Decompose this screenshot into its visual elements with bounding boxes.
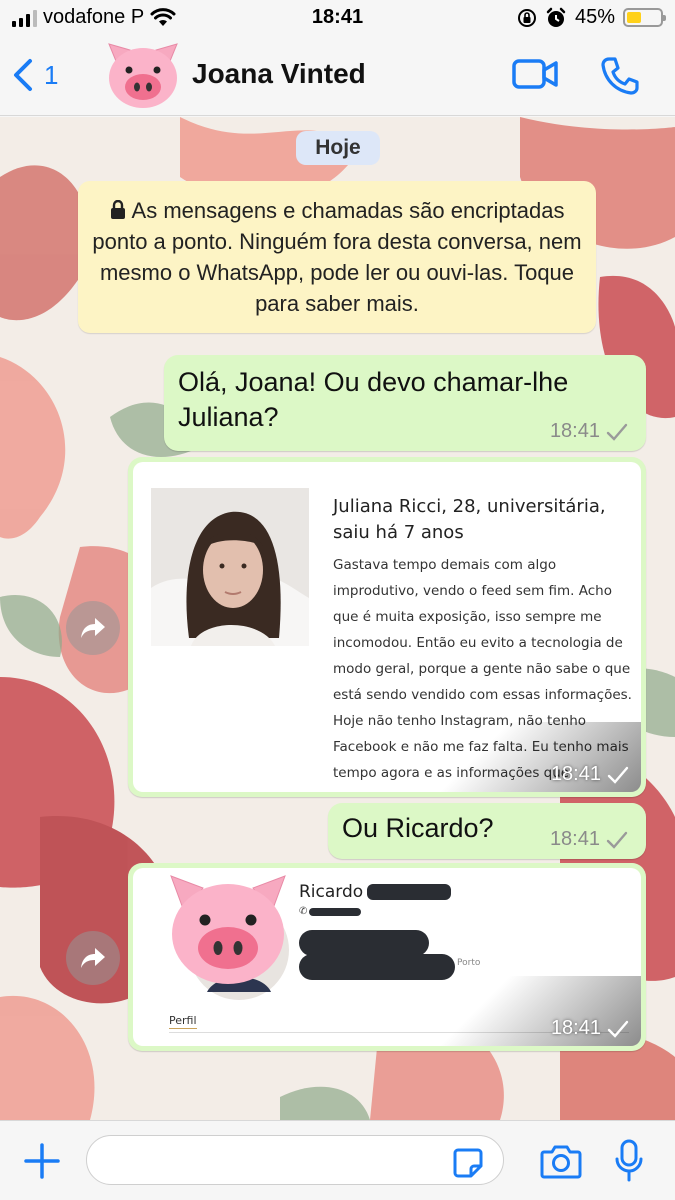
message-meta: 18:41	[550, 828, 628, 851]
message-meta: 18:41	[550, 420, 628, 443]
outgoing-message[interactable]: Olá, Joana! Ou devo chamar-lhe Juliana? …	[164, 355, 646, 451]
sent-check-icon	[606, 831, 628, 849]
image-meta: 18:41	[551, 763, 629, 786]
rotation-lock-icon	[517, 8, 536, 27]
camera-icon[interactable]	[540, 1143, 582, 1179]
battery-percent: 45%	[574, 6, 615, 28]
profile-location: Porto	[457, 958, 481, 968]
portrait-photo	[151, 488, 309, 646]
image-meta: 18:41	[551, 1017, 629, 1040]
sent-check-icon	[607, 766, 629, 784]
outgoing-message[interactable]: Ou Ricardo? 18:41	[328, 803, 646, 859]
message-time: 18:41	[549, 828, 600, 850]
sent-check-icon	[607, 1020, 629, 1038]
status-bar: vodafone P 18:41 45%	[0, 0, 675, 36]
battery-icon	[623, 8, 666, 27]
forward-button[interactable]	[66, 601, 120, 655]
message-time: 18:41	[550, 763, 601, 785]
chat-area[interactable]: Hoje As mensagens e chamadas são encript…	[0, 117, 675, 1120]
message-time: 18:41	[550, 1017, 601, 1039]
date-separator: Hoje	[296, 131, 380, 165]
pig-profile-photo	[170, 875, 289, 1000]
message-time: 18:41	[549, 420, 600, 442]
contact-avatar[interactable]	[104, 40, 182, 110]
message-text: Ou Ricardo?	[342, 813, 494, 843]
redacted-phone	[309, 908, 361, 916]
forward-button[interactable]	[66, 931, 120, 985]
outgoing-image-message[interactable]: Ricardo ✆ Porto Perfil 18:41	[128, 863, 646, 1051]
forward-arrow-icon	[81, 618, 105, 638]
sent-check-icon	[606, 423, 628, 441]
chat-header: 1 Joana Vinted	[0, 36, 675, 116]
profile-screenshot[interactable]: Ricardo ✆ Porto Perfil 18:41	[133, 868, 641, 1046]
alarm-icon	[546, 7, 566, 27]
redacted-info-line-1	[299, 930, 429, 956]
video-call-icon[interactable]	[512, 56, 560, 92]
unread-count: 1	[44, 59, 59, 90]
status-right: 45%	[517, 6, 666, 29]
article-screenshot[interactable]: Juliana Ricci, 28, universitária, saiu h…	[133, 462, 641, 792]
microphone-icon[interactable]	[614, 1139, 644, 1183]
message-input[interactable]	[86, 1135, 504, 1185]
back-chevron-icon	[14, 59, 32, 91]
article-title: Juliana Ricci, 28, universitária, saiu h…	[333, 496, 606, 543]
profile-tab: Perfil	[169, 1014, 197, 1029]
phone-small-icon: ✆	[299, 906, 308, 917]
phone-icon[interactable]	[600, 56, 640, 96]
outgoing-image-message[interactable]: Juliana Ricci, 28, universitária, saiu h…	[128, 457, 646, 797]
sticker-icon[interactable]	[452, 1147, 484, 1179]
profile-name: Ricardo	[299, 882, 364, 902]
redacted-surname	[367, 884, 451, 900]
contact-name[interactable]: Joana Vinted	[192, 58, 366, 90]
plus-icon[interactable]	[22, 1141, 62, 1181]
back-button[interactable]: 1	[12, 58, 58, 92]
encryption-notice-text: As mensagens e chamadas são encriptadas …	[92, 198, 582, 316]
forward-arrow-icon	[81, 948, 105, 968]
encryption-notice[interactable]: As mensagens e chamadas são encriptadas …	[78, 181, 596, 333]
composer-bar	[0, 1120, 675, 1200]
lock-icon	[110, 197, 126, 219]
